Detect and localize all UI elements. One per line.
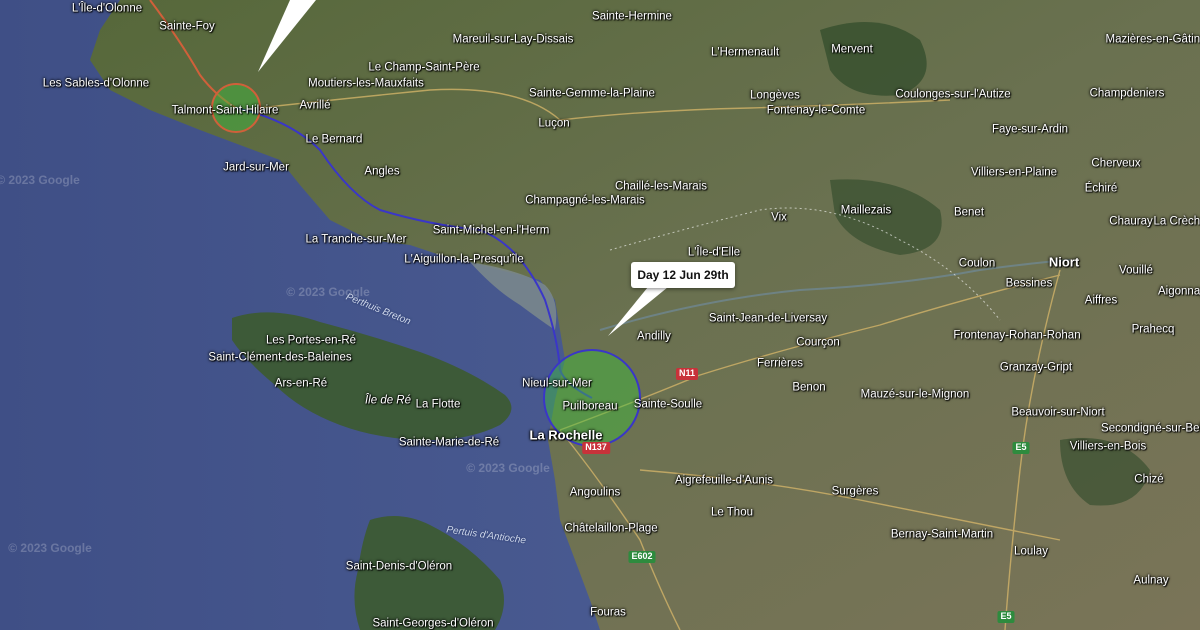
place-label: La Rochelle: [529, 427, 603, 443]
place-label: Saint-Jean-de-Liversay: [708, 312, 828, 325]
place-label: Mervent: [831, 43, 873, 56]
place-label: Niort: [1048, 254, 1080, 270]
place-label: Mauzé-sur-le-Mignon: [860, 388, 970, 401]
place-label: Coulon: [958, 257, 996, 270]
day-callout: Day 12 Jun 29th: [631, 262, 735, 288]
place-label: Jard-sur-Mer: [223, 161, 289, 174]
place-label: Prahecq: [1131, 323, 1175, 336]
place-label: Sainte-Gemme-la-Plaine: [529, 87, 655, 100]
place-label: Le Champ-Saint-Père: [368, 61, 480, 74]
place-label: Longèves: [750, 89, 800, 102]
place-label: Avrillé: [299, 99, 331, 112]
place-label: Granzay-Gript: [999, 361, 1073, 374]
place-label: Île de Ré: [364, 394, 412, 407]
place-label: Benon: [792, 381, 826, 394]
place-label: Andilly: [637, 330, 671, 343]
place-label: Fontenay-le-Comte: [766, 104, 866, 117]
place-label: Puilboreau: [562, 400, 618, 413]
place-label: Benet: [953, 206, 985, 219]
place-label: Mazières-en-Gâtine: [1105, 33, 1200, 46]
place-label: Nieul-sur-Mer: [522, 377, 592, 390]
place-label: Luçon: [538, 117, 570, 130]
place-label: Vouillé: [1119, 264, 1153, 277]
place-label: Mareuil-sur-Lay-Dissais: [452, 33, 574, 46]
place-label: Coulonges-sur-l'Autize: [895, 88, 1011, 101]
place-label: Courçon: [796, 336, 840, 349]
place-label: Saint-Denis-d'Oléron: [345, 560, 453, 573]
road-shield: N11: [675, 368, 699, 380]
place-label: Maillezais: [840, 204, 892, 217]
place-label: Aigonnay: [1158, 285, 1200, 298]
place-label: L'Île-d'Olonne: [71, 2, 143, 15]
place-label: Bessines: [1005, 277, 1053, 290]
copyright-watermark: © 2023 Google: [466, 461, 550, 475]
place-label: Secondigné-sur-Belle: [1101, 422, 1200, 435]
place-label: Saint-Georges-d'Oléron: [372, 617, 494, 630]
place-label: Champagné-les-Marais: [525, 194, 645, 207]
place-label: Ars-en-Ré: [274, 377, 328, 390]
place-label: Échiré: [1084, 182, 1118, 195]
place-label: Ferrières: [756, 357, 804, 370]
place-label: Sainte-Marie-de-Ré: [398, 436, 500, 449]
place-label: Beauvoir-sur-Niort: [1011, 406, 1105, 419]
place-label: Les Portes-en-Ré: [265, 334, 357, 347]
place-label: La Tranche-sur-Mer: [305, 233, 407, 246]
place-label: Vix: [771, 211, 787, 224]
map-canvas[interactable]: Day 12 Jun 29th © 2023 Google © 2023 Goo…: [0, 0, 1200, 630]
place-label: Faye-sur-Ardin: [991, 123, 1069, 136]
road-shield: E5: [1012, 442, 1030, 454]
place-label: Saint-Clément-des-Baleines: [208, 351, 352, 364]
place-label: Frontenay-Rohan-Rohan: [953, 329, 1081, 342]
place-label: Sainte-Foy: [159, 20, 215, 33]
place-label: Aigrefeuille-d'Aunis: [674, 474, 774, 487]
road-shield: N137: [582, 442, 610, 454]
place-label: L'Aiguillon-la-Presqu'île: [404, 253, 524, 266]
place-label: Sainte-Soulle: [633, 398, 703, 411]
place-label: Saint-Michel-en-l'Herm: [432, 224, 550, 237]
place-label: Aulnay: [1133, 574, 1169, 587]
place-label: L'Île-d'Elle: [687, 246, 741, 259]
place-label: La Crèche: [1153, 215, 1200, 228]
place-label: Le Thou: [711, 506, 753, 519]
place-label: Chauray: [1109, 215, 1153, 228]
copyright-watermark: © 2023 Google: [0, 173, 80, 187]
place-label: Aiffres: [1084, 294, 1118, 307]
place-label: Moutiers-les-Mauxfaits: [308, 77, 424, 90]
place-label: Chizé: [1134, 473, 1164, 486]
place-label: Sainte-Hermine: [592, 10, 672, 23]
place-label: Châtelaillon-Plage: [564, 522, 658, 535]
road-shield: E602: [628, 551, 656, 563]
place-label: Loulay: [1014, 545, 1048, 558]
place-label: Surgères: [831, 485, 879, 498]
place-label: Les Sables-d'Olonne: [42, 77, 150, 90]
place-label: Le Bernard: [305, 133, 363, 146]
place-label: Champdeniers: [1089, 87, 1165, 100]
place-label: Talmont-Saint-Hilaire: [171, 104, 279, 117]
place-label: Angles: [364, 165, 400, 178]
road-shield: E5: [997, 611, 1015, 623]
place-label: Cherveux: [1091, 157, 1141, 170]
place-label: Villiers-en-Plaine: [970, 166, 1058, 179]
place-label: Fouras: [590, 606, 626, 619]
place-label: Villiers-en-Bois: [1069, 440, 1147, 453]
place-label: Chaillé-les-Marais: [614, 180, 708, 193]
place-label: Angoulins: [569, 486, 621, 499]
place-label: Bernay-Saint-Martin: [890, 528, 994, 541]
copyright-watermark: © 2023 Google: [8, 541, 92, 555]
place-label: L'Hermenault: [710, 46, 780, 59]
place-label: La Flotte: [415, 398, 461, 411]
